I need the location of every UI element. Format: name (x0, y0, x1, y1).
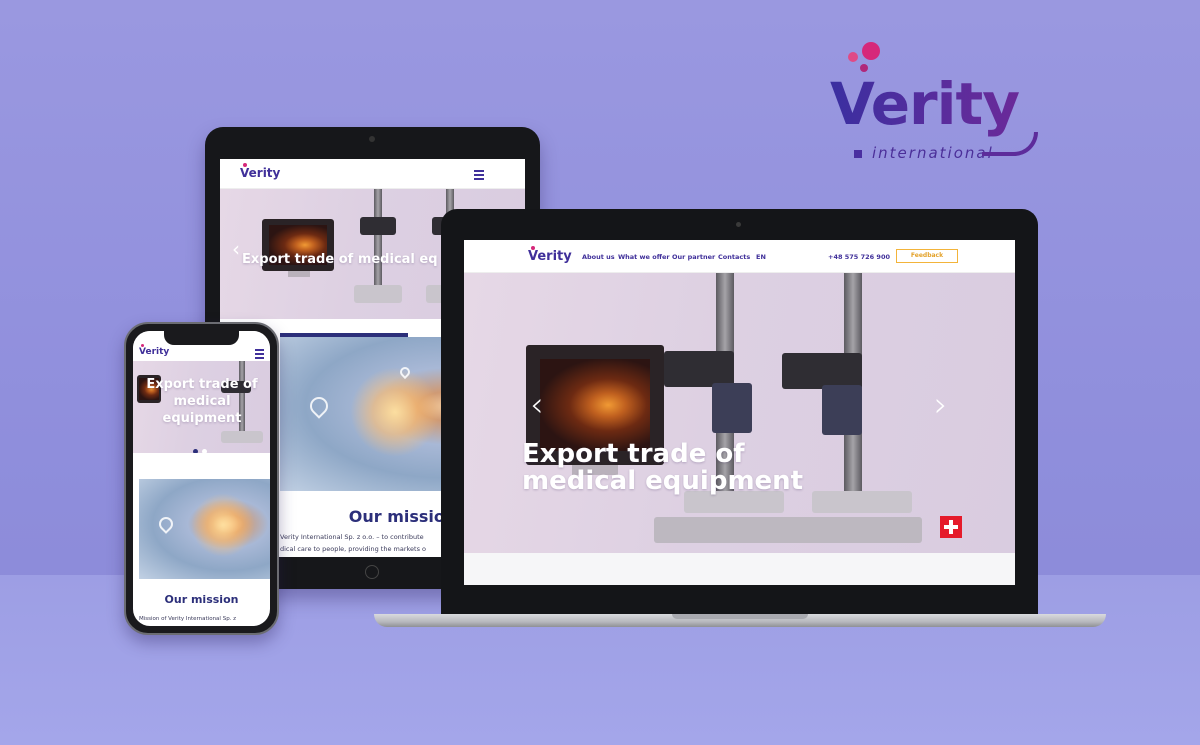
swiss-flag-icon (940, 516, 962, 538)
chevron-left-icon[interactable]: ‹ (530, 385, 544, 425)
logo-dot (141, 344, 144, 347)
tablet-site-logo[interactable]: Verity (240, 163, 281, 180)
mission-text-line: Mission of Verity International Sp. z (139, 616, 237, 622)
hamburger-menu-icon[interactable] (474, 170, 484, 182)
logo-dot (243, 163, 247, 167)
hero-title: Export trade of medical equipment (522, 439, 804, 497)
hero-title: Export trade of medical equipment (146, 377, 258, 426)
tablet-header: Verity (220, 159, 525, 189)
logo-dot (862, 42, 880, 60)
tablet-home-button (365, 565, 379, 579)
phone-site-logo[interactable]: Verity (139, 344, 170, 357)
tablet-camera (369, 136, 375, 142)
hero-title: Export trade of medical eq (242, 252, 438, 267)
phone-notch (164, 331, 239, 345)
brand-subtitle: international (872, 144, 994, 162)
chevron-left-icon[interactable]: ‹ (232, 237, 240, 261)
monitor-stand (288, 271, 310, 277)
logo-text: Verity (528, 249, 572, 264)
feedback-button[interactable]: Feedback (896, 249, 958, 263)
spacer (133, 453, 270, 479)
nav-about-us[interactable]: About us (582, 253, 615, 261)
nav-contacts[interactable]: Contacts (718, 253, 750, 261)
slider-dots (193, 439, 211, 453)
hero-title-line: Export trade of (522, 439, 745, 469)
laptop-screen: Verity About us What we offer Our partne… (464, 240, 1015, 585)
site-header: Verity About us What we offer Our partne… (464, 240, 1015, 273)
logo-dot (531, 246, 535, 250)
nav-our-partner[interactable]: Our partner (672, 253, 715, 261)
phone-screen: Verity Export trade of medical equipment… (133, 331, 270, 626)
hamburger-menu-icon[interactable] (255, 349, 264, 361)
phone-number[interactable]: +48 575 726 900 (828, 253, 890, 261)
brand-logo: Verity international (830, 38, 1050, 168)
phone-device: Verity Export trade of medical equipment… (124, 322, 279, 635)
chevron-right-icon[interactable]: › (934, 385, 948, 425)
logo-swoosh (982, 132, 1038, 156)
slit-lamp-image (782, 273, 922, 553)
nav-what-we-offer[interactable]: What we offer (618, 253, 670, 261)
brand-wordmark: Verity (830, 70, 1020, 138)
phone-hero-slider: Export trade of medical equipment (133, 361, 270, 453)
laptop-device: Verity About us What we offer Our partne… (441, 209, 1038, 615)
hero-slider: ‹ › Export trade of medical equipment (464, 273, 1015, 553)
logo-bar (854, 150, 862, 158)
language-switch[interactable]: EN (756, 253, 766, 261)
mission-image (139, 479, 270, 579)
logo-dot (848, 52, 858, 62)
logo-text: Verity (240, 166, 281, 180)
site-logo[interactable]: Verity (528, 246, 572, 264)
laptop-notch (672, 614, 808, 619)
slit-lamp-image (654, 273, 794, 553)
logo-text: Verity (139, 347, 170, 357)
content-area (464, 553, 1015, 585)
mission-title: Our mission (164, 593, 239, 606)
laptop-camera (736, 222, 741, 227)
hero-title-line: medical equipment (522, 466, 804, 497)
